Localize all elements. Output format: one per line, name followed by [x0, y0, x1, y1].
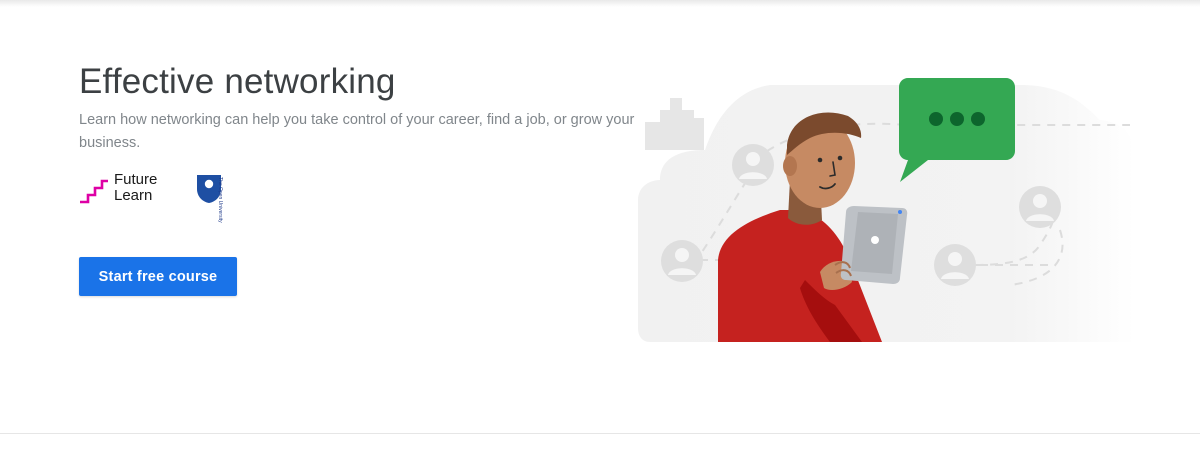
open-university-logo: The Open University [196, 174, 246, 223]
building-silhouette-icon [645, 98, 704, 150]
open-university-wordmark: The Open University [217, 177, 223, 223]
course-description: Learn how networking can help you take c… [79, 112, 635, 151]
futurelearn-line2: Learn [114, 187, 153, 204]
user-avatar-icon [934, 244, 976, 286]
course-title: Effective networking [79, 62, 396, 101]
user-avatar-icon [1019, 186, 1061, 228]
user-avatar-icon [732, 144, 774, 186]
futurelearn-line1: Future [114, 171, 158, 188]
futurelearn-staircase-icon [80, 179, 108, 204]
course-hero-page: Effective networking Learn how networkin… [0, 0, 1200, 451]
futurelearn-logo: Future Learn [79, 172, 179, 208]
start-free-course-button[interactable]: Start free course [79, 257, 237, 296]
networking-illustration [638, 78, 1135, 342]
futurelearn-wordmark: Future Learn [114, 172, 157, 204]
person-eye [817, 157, 823, 163]
section-divider [0, 433, 1200, 434]
user-avatar-icon [661, 240, 703, 282]
tablet-icon [840, 206, 908, 284]
person-eye [837, 155, 843, 161]
header-shadow [0, 0, 1200, 7]
